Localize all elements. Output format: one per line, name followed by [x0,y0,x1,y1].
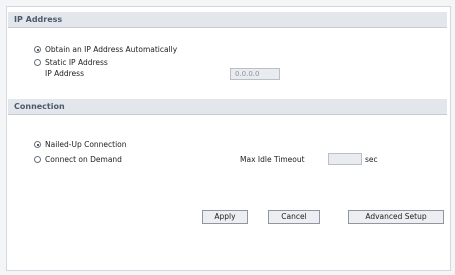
advanced-setup-button[interactable]: Advanced Setup [348,210,444,224]
connection-section-header: Connection [8,99,447,115]
seconds-unit-label: sec [365,155,378,164]
ip-address-section-header: IP Address [8,12,447,28]
static-ip-address-option[interactable]: Static IP Address [34,58,108,67]
connect-on-demand-option[interactable]: Connect on Demand [34,155,122,164]
ip-address-input[interactable]: 0.0.0.0 [230,68,280,80]
obtain-ip-automatically-radio[interactable] [34,46,41,53]
connect-on-demand-radio[interactable] [34,156,41,163]
cancel-button[interactable]: Cancel [268,210,320,224]
max-idle-timeout-label: Max Idle Timeout [240,155,305,164]
static-ip-address-label: Static IP Address [45,58,108,67]
obtain-ip-automatically-option[interactable]: Obtain an IP Address Automatically [34,45,177,54]
obtain-ip-automatically-label: Obtain an IP Address Automatically [45,45,178,54]
nailed-up-connection-option[interactable]: Nailed-Up Connection [34,140,127,149]
nailed-up-connection-label: Nailed-Up Connection [45,140,127,149]
connect-on-demand-label: Connect on Demand [45,155,122,164]
apply-button[interactable]: Apply [202,210,248,224]
max-idle-timeout-input[interactable] [328,153,362,165]
ip-address-label: IP Address [45,69,84,78]
nailed-up-connection-radio[interactable] [34,141,41,148]
static-ip-address-radio[interactable] [34,59,41,66]
